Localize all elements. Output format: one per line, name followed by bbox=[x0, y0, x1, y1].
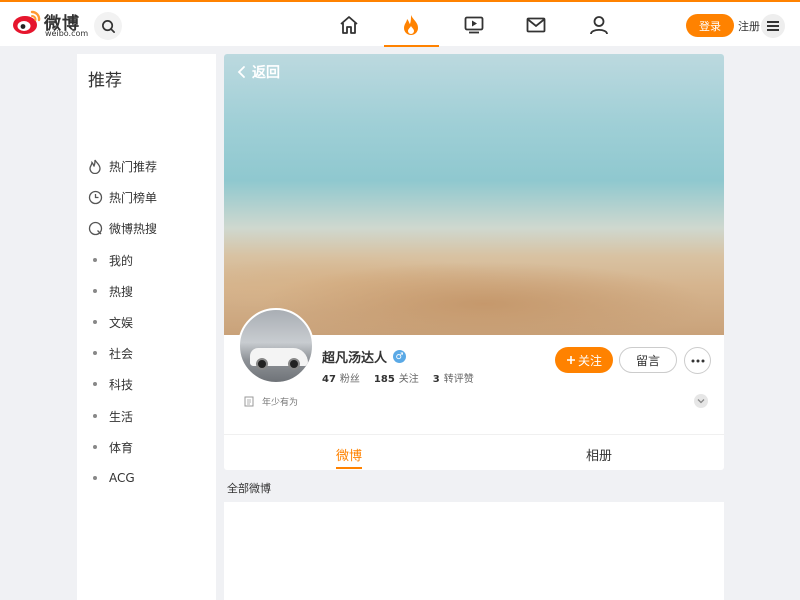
flame-icon bbox=[87, 158, 103, 174]
sidebar-item-label: 文娱 bbox=[109, 315, 134, 330]
search-button[interactable] bbox=[94, 12, 122, 40]
logo-subtext: weibo.com bbox=[45, 29, 89, 38]
car-wheel bbox=[288, 358, 300, 370]
clock-icon bbox=[87, 189, 103, 205]
more-button[interactable] bbox=[684, 347, 711, 374]
nav-hot[interactable] bbox=[391, 10, 431, 40]
login-button[interactable]: 登录 bbox=[686, 14, 734, 37]
bullet-icon bbox=[93, 320, 97, 324]
follow-label: 关注 bbox=[577, 353, 602, 368]
profile-banner bbox=[224, 54, 724, 335]
expand-button[interactable] bbox=[694, 394, 708, 408]
followers-stat[interactable]: 47 粉丝 bbox=[322, 370, 360, 385]
avatar[interactable] bbox=[238, 308, 314, 384]
sidebar-item-mine[interactable]: 我的 bbox=[87, 249, 133, 271]
message-button[interactable]: 留言 bbox=[619, 347, 677, 373]
bullet-icon bbox=[93, 414, 97, 418]
nav-home[interactable] bbox=[329, 10, 369, 40]
sidebar-item-label: 我的 bbox=[109, 253, 134, 268]
more-dots-icon bbox=[691, 359, 704, 362]
male-icon: ♂ bbox=[393, 350, 407, 363]
bullet-icon bbox=[93, 445, 97, 449]
nav-messages[interactable] bbox=[516, 10, 556, 40]
bullet-icon bbox=[93, 258, 97, 262]
search-circle-icon bbox=[87, 220, 103, 236]
sidebar-item-label: 生活 bbox=[109, 409, 134, 424]
nav-active-indicator bbox=[384, 45, 439, 47]
sidebar-item-sports[interactable]: 体育 bbox=[87, 436, 133, 458]
followers-count: 47 bbox=[322, 374, 336, 385]
bio-text: 年少有为 bbox=[262, 398, 299, 408]
sidebar-item-hot-list[interactable]: 热门榜单 bbox=[87, 186, 157, 208]
following-count: 185 bbox=[373, 374, 395, 385]
menu-button[interactable] bbox=[761, 14, 785, 38]
sidebar-item-tech[interactable]: 科技 bbox=[87, 373, 133, 395]
sidebar-item-label: 社会 bbox=[109, 346, 134, 361]
chevron-down-icon bbox=[697, 399, 705, 404]
document-icon bbox=[244, 396, 254, 407]
sidebar-item-label: 热门推荐 bbox=[109, 159, 158, 174]
profile-stats: 47 粉丝 185 关注 3 转评赞 bbox=[322, 370, 488, 385]
followers-label: 粉丝 bbox=[339, 374, 360, 385]
following-stat[interactable]: 185 关注 bbox=[374, 370, 419, 385]
sidebar-item-hot-recommend[interactable]: 热门推荐 bbox=[87, 155, 157, 177]
sidebar-item-entertainment[interactable]: 文娱 bbox=[87, 311, 133, 333]
active-tab-indicator bbox=[336, 467, 362, 469]
sidebar-item-acg[interactable]: ACG bbox=[87, 467, 135, 489]
register-link[interactable]: 注册 bbox=[738, 18, 760, 34]
bullet-icon bbox=[93, 476, 97, 480]
sidebar-item-life[interactable]: 生活 bbox=[87, 405, 133, 427]
sidebar-item-label: 体育 bbox=[109, 440, 134, 455]
video-icon bbox=[464, 16, 484, 34]
profile-name-row: 超凡汤达人 ♂ bbox=[322, 347, 407, 366]
sidebar-item-label: 热搜 bbox=[109, 284, 134, 299]
top-bar: 微博 weibo.com 登录 注册 bbox=[0, 0, 800, 47]
home-icon bbox=[340, 16, 358, 34]
hot-icon bbox=[404, 15, 418, 35]
tab-album[interactable]: 相册 bbox=[586, 445, 612, 464]
mail-icon bbox=[526, 17, 546, 33]
feed-section-label: 全部微博 bbox=[227, 482, 271, 495]
sidebar-title: 推荐 bbox=[88, 71, 122, 91]
nav-profile[interactable] bbox=[579, 10, 619, 40]
tab-weibo[interactable]: 微博 bbox=[336, 445, 362, 464]
back-label: 返回 bbox=[252, 65, 280, 81]
sidebar-item-label: 科技 bbox=[109, 377, 134, 392]
plus-icon bbox=[566, 356, 575, 364]
hamburger-icon bbox=[767, 21, 779, 31]
back-button[interactable]: 返回 bbox=[236, 62, 280, 82]
likes-stat: 3 转评赞 bbox=[433, 370, 474, 385]
nav-video[interactable] bbox=[454, 10, 494, 40]
tabs-divider bbox=[224, 434, 724, 435]
weibo-logo[interactable]: 微博 weibo.com bbox=[12, 8, 89, 40]
bullet-icon bbox=[93, 289, 97, 293]
search-icon bbox=[101, 19, 115, 33]
sidebar-item-society[interactable]: 社会 bbox=[87, 342, 133, 364]
bio-row: 年少有为 bbox=[244, 395, 298, 408]
sidebar-item-hot-search[interactable]: 微博热搜 bbox=[87, 217, 157, 239]
bullet-icon bbox=[93, 382, 97, 386]
following-label: 关注 bbox=[398, 374, 419, 385]
sidebar: 推荐 热门推荐 热门榜单 微博热搜 我的 热搜 文娱 社会 科技 生活 体育 A… bbox=[77, 54, 216, 600]
bullet-icon bbox=[93, 351, 97, 355]
sidebar-item-label: 微博热搜 bbox=[109, 221, 158, 236]
sidebar-item-label: 热门榜单 bbox=[109, 190, 158, 205]
follow-button[interactable]: 关注 bbox=[555, 347, 613, 373]
likes-label: 转评赞 bbox=[443, 374, 474, 385]
sidebar-item-trending[interactable]: 热搜 bbox=[87, 280, 133, 302]
weibo-logo-icon bbox=[13, 10, 41, 34]
chevron-left-icon bbox=[237, 66, 245, 78]
likes-count: 3 bbox=[432, 374, 440, 385]
user-icon bbox=[590, 16, 608, 35]
profile-card: 返回 超凡汤达人 ♂ 47 粉丝 185 关注 3 转评赞 关注 留言 年少有为… bbox=[224, 54, 724, 470]
car-wheel bbox=[256, 358, 268, 370]
profile-name: 超凡汤达人 bbox=[322, 351, 388, 366]
sidebar-item-label: ACG bbox=[109, 471, 135, 485]
feed-area bbox=[224, 502, 724, 600]
